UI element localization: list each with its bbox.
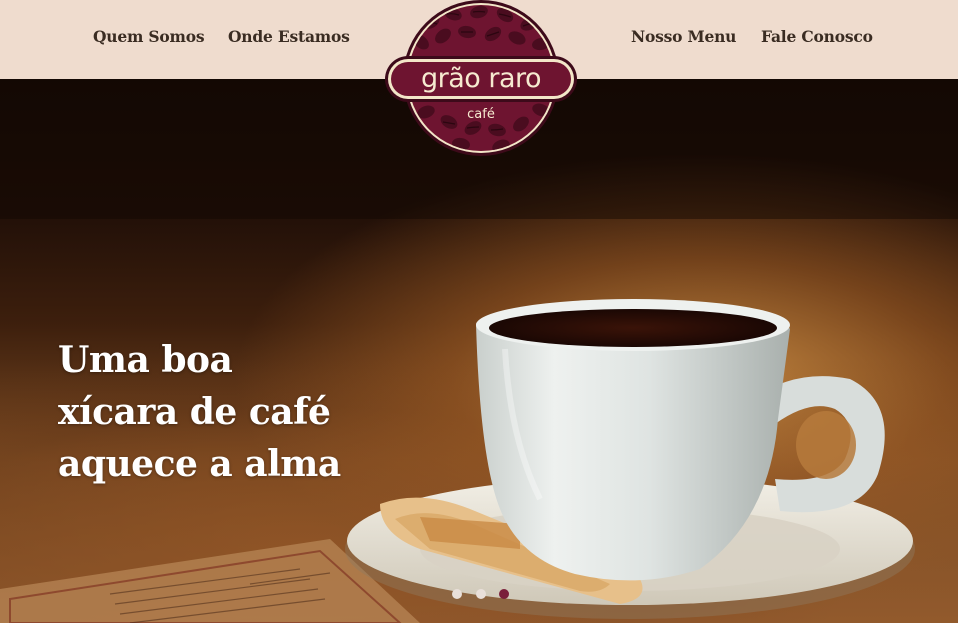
logo-wordmark: grão raro <box>421 63 541 94</box>
slider-dot-3-active[interactable] <box>499 589 509 599</box>
brand-logo[interactable]: grão raro café <box>381 0 581 158</box>
nav-link-nosso-menu[interactable]: Nosso Menu <box>631 27 736 46</box>
hero-slider: Uma boa xícara de café aquece a alma <box>0 79 958 623</box>
slider-dot-2[interactable] <box>476 589 486 599</box>
slider-dot-1[interactable] <box>452 589 462 599</box>
hero-headline-line-3: aquece a alma <box>58 443 341 485</box>
hero-headline-line-2: xícara de café <box>58 391 331 433</box>
nav-link-fale-conosco[interactable]: Fale Conosco <box>761 27 873 46</box>
hero-headline-line-1: Uma boa <box>58 339 233 381</box>
logo-subtitle: café <box>467 107 495 122</box>
hero-headline: Uma boa xícara de café aquece a alma <box>58 334 398 490</box>
nav-link-quem-somos[interactable]: Quem Somos <box>93 27 205 46</box>
nav-link-onde-estamos[interactable]: Onde Estamos <box>228 27 350 46</box>
